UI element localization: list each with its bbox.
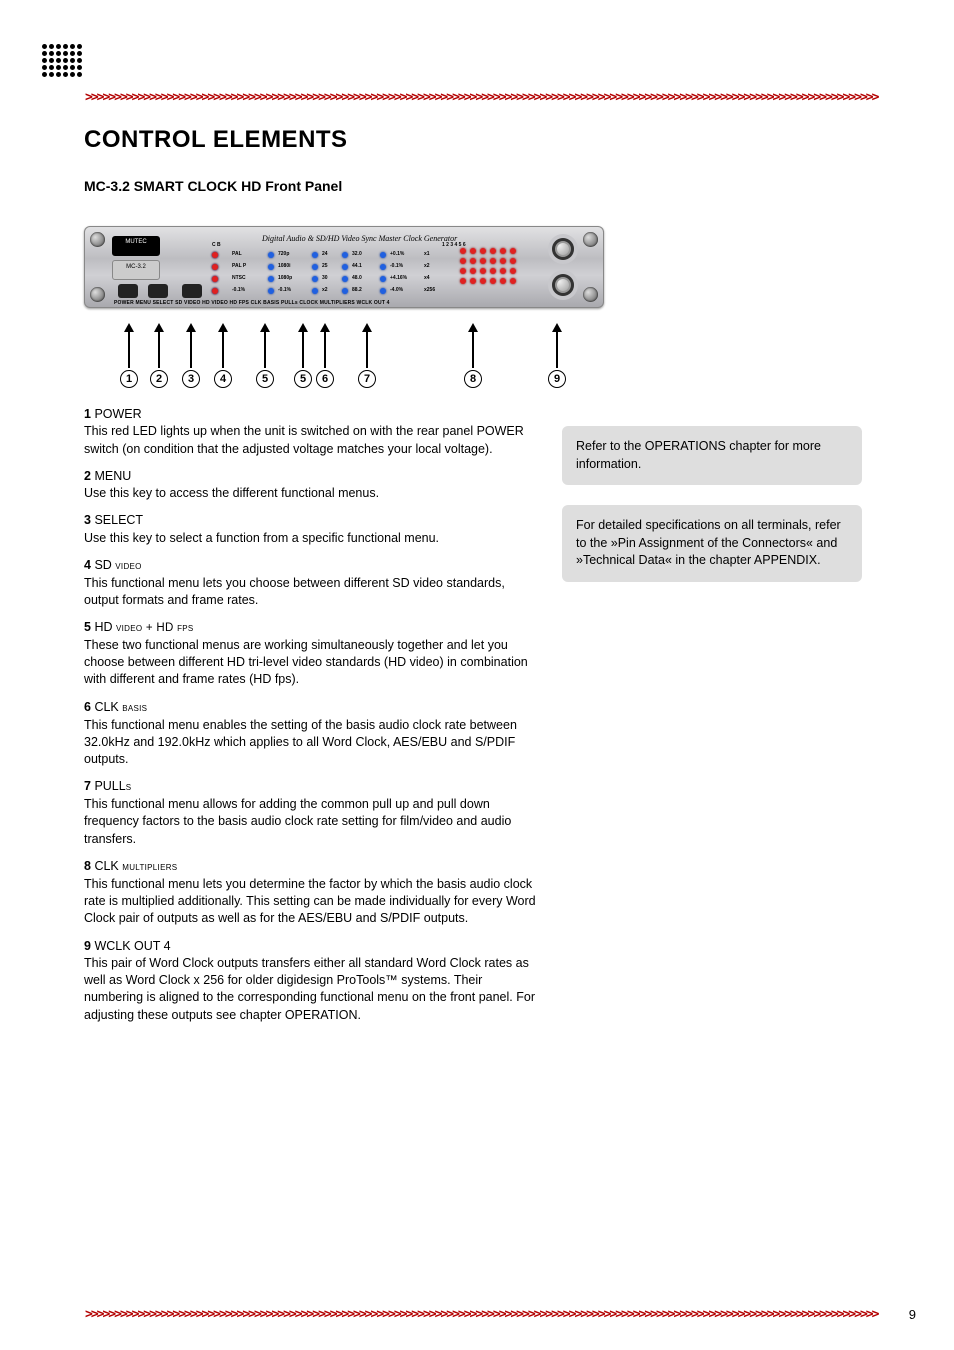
section-2-menu: 2 MENU Use this key to access the differ…	[84, 468, 536, 503]
screw-icon	[90, 287, 105, 302]
section-6-clk-basis: 6 CLK basis This functional menu enables…	[84, 699, 536, 769]
label: 44.1	[352, 263, 362, 269]
label: 24	[322, 251, 328, 257]
label: PAL	[232, 251, 242, 257]
device-illustration: MUTEC MC-3.2 Digital Audio & SD/HD Video…	[84, 226, 604, 308]
screw-icon	[90, 232, 105, 247]
label: +0.1%	[390, 251, 404, 257]
page-footer: >>>>>>>>>>>>>>>>>>>>>>>>>>>>>>>>>>>>>>>>…	[85, 1307, 916, 1322]
label: 1080i	[278, 263, 291, 269]
callout-3: 3	[182, 323, 200, 388]
section-4-sd-video: 4 SD video This functional menu lets you…	[84, 557, 536, 609]
label: 88.2	[352, 287, 362, 293]
note-operations: Refer to the OPERATIONS chapter for more…	[562, 426, 862, 485]
section-body: Use this key to select a function from a…	[84, 530, 536, 547]
page-subtitle: MC-3.2 SMART CLOCK HD Front Panel	[84, 178, 916, 194]
section-1-power: 1 POWER This red LED lights up when the …	[84, 406, 536, 458]
label: 30	[322, 275, 328, 281]
model-badge: MC-3.2	[112, 260, 160, 280]
label: -0.1%	[278, 287, 291, 293]
label: +4.16%	[390, 275, 407, 281]
label: 720p	[278, 251, 289, 257]
section-3-select: 3 SELECT Use this key to select a functi…	[84, 512, 536, 547]
select-button-icon	[182, 284, 202, 298]
section-body: This functional menu enables the setting…	[84, 717, 536, 769]
section-9-wclk-out-4: 9 WCLK OUT 4 This pair of Word Clock out…	[84, 938, 536, 1024]
callout-1: 1	[120, 323, 138, 388]
callout-6: 6	[316, 323, 334, 388]
callout-5b: 5	[294, 323, 312, 388]
label: 25	[322, 263, 328, 269]
brand-badge: MUTEC	[112, 236, 160, 256]
front-panel-figure: MUTEC MC-3.2 Digital Audio & SD/HD Video…	[84, 226, 916, 308]
label: x1	[424, 251, 430, 257]
section-body: This pair of Word Clock outputs transfer…	[84, 955, 536, 1024]
label: PAL P	[232, 263, 246, 269]
power-button-icon	[118, 284, 138, 298]
callout-2: 2	[150, 323, 168, 388]
section-body: These two functional menus are working s…	[84, 637, 536, 689]
section-7-pulls: 7 PULLs This functional menu allows for …	[84, 778, 536, 848]
section-body: This functional menu lets you determine …	[84, 876, 536, 928]
section-8-clk-multipliers: 8 CLK multipliers This functional menu l…	[84, 858, 536, 928]
callout-pointers: 1 2 3 4 5 5 6 7 8 9	[84, 318, 604, 388]
label: 1080p	[278, 275, 292, 281]
clock-mult-led-grid	[460, 248, 518, 286]
screw-icon	[583, 287, 598, 302]
label: x2	[424, 263, 430, 269]
label: NTSC	[232, 275, 246, 281]
section-body: This red LED lights up when the unit is …	[84, 423, 536, 458]
label: x2	[322, 287, 328, 293]
bnc-connector-icon	[552, 238, 574, 260]
bnc-connector-icon	[552, 274, 574, 296]
label: -0.1%	[232, 287, 245, 293]
note-appendix: For detailed specifications on all termi…	[562, 505, 862, 582]
section-5-hd-video-fps: 5 HD video + HD fps These two functional…	[84, 619, 536, 689]
descriptions-column: 1 POWER This red LED lights up when the …	[84, 406, 536, 1034]
page-title: CONTROL ELEMENTS	[84, 126, 916, 154]
section-body: Use this key to access the different fun…	[84, 485, 536, 502]
brand-dot-grid	[42, 44, 82, 77]
callout-9: 9	[548, 323, 566, 388]
label: 48.0	[352, 275, 362, 281]
label: x4	[424, 275, 430, 281]
menu-button-icon	[148, 284, 168, 298]
device-bottom-labels: POWER MENU SELECT SD VIDEO HD VIDEO HD F…	[114, 300, 390, 306]
device-legend-text: Digital Audio & SD/HD Video Sync Master …	[262, 234, 457, 243]
callout-7: 7	[358, 323, 376, 388]
callout-8: 8	[464, 323, 482, 388]
label: -0.1%	[390, 263, 403, 269]
label: 32.0	[352, 251, 362, 257]
header-chevrons: >>>>>>>>>>>>>>>>>>>>>>>>>>>>>>>>>>>>>>>>…	[85, 90, 916, 105]
section-body: This functional menu lets you choose bet…	[84, 575, 536, 610]
screw-icon	[583, 232, 598, 247]
label: C B	[212, 242, 221, 248]
notes-column: Refer to the OPERATIONS chapter for more…	[562, 406, 862, 1034]
callout-4: 4	[214, 323, 232, 388]
section-body: This functional menu allows for adding t…	[84, 796, 536, 848]
page-number: 9	[909, 1307, 916, 1322]
callout-5a: 5	[256, 323, 274, 388]
label: -4.0%	[390, 287, 403, 293]
footer-chevrons: >>>>>>>>>>>>>>>>>>>>>>>>>>>>>>>>>>>>>>>>…	[85, 1307, 899, 1322]
label: x256	[424, 287, 435, 293]
